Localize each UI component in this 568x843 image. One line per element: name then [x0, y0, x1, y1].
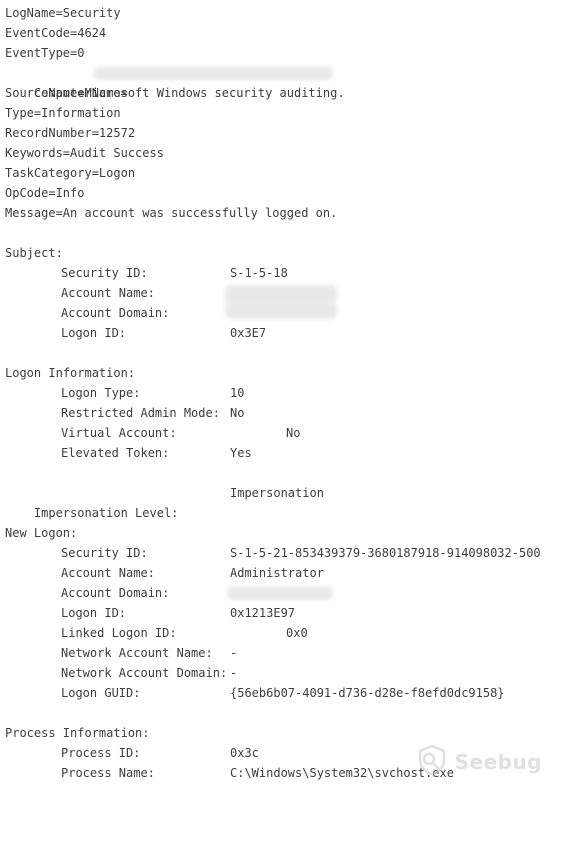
- field-label: Network Account Domain:: [61, 666, 228, 680]
- recordnumber-line: RecordNumber=12572: [5, 126, 136, 140]
- field-value: {56eb6b07-4091-d736-d28e-f8efd0dc9158}: [230, 686, 505, 700]
- field-label: Account Domain:: [61, 586, 170, 600]
- network-account-name-row: Network Account Name: -: [5, 643, 565, 663]
- event-log-text: LogName=Security EventCode=4624 EventTyp…: [5, 3, 565, 783]
- field-label: Account Domain:: [61, 306, 170, 320]
- new-security-id-row: Security ID: S-1-5-21-853439379-36801879…: [5, 543, 565, 563]
- network-account-domain-row: Network Account Domain: -: [5, 663, 565, 683]
- impersonation-row: Impersonation Level: Impersonation: [5, 483, 565, 520]
- seebug-watermark: Seebug: [413, 743, 542, 780]
- field-label: Logon GUID:: [61, 686, 141, 700]
- opcode-line: OpCode=Info: [5, 186, 85, 200]
- virtual-account-row: Virtual Account: No: [5, 423, 565, 443]
- new-account-domain-redaction: [227, 587, 333, 600]
- field-value: -: [230, 646, 238, 660]
- computername-line: ComputerName=: [5, 63, 565, 100]
- field-value: S-1-5-18: [230, 266, 288, 280]
- field-value: 10: [230, 386, 245, 400]
- field-label: Virtual Account:: [61, 426, 177, 440]
- field-label: Security ID:: [61, 266, 148, 280]
- logon-type-row: Logon Type: 10: [5, 383, 565, 403]
- field-value: 0x1213E97: [230, 606, 296, 620]
- message-line: Message=An account was successfully logg…: [5, 206, 338, 220]
- field-label: Restricted Admin Mode:: [61, 406, 220, 420]
- logname-line: LogName=Security: [5, 6, 121, 20]
- field-label: Linked Logon ID:: [61, 626, 177, 640]
- computername-redaction: [93, 67, 333, 80]
- account-domain-redaction: [225, 301, 337, 319]
- field-label: Logon ID:: [61, 606, 127, 620]
- taskcategory-line: TaskCategory=Logon: [5, 166, 136, 180]
- field-value: Impersonation: [230, 486, 324, 500]
- field-label: Account Name:: [61, 286, 155, 300]
- field-value: S-1-5-21-853439379-3680187918-914098032-…: [230, 546, 541, 560]
- field-value: Administrator: [230, 566, 324, 580]
- field-value: -: [230, 666, 238, 680]
- field-label: Network Account Name:: [61, 646, 213, 660]
- field-label: Logon ID:: [61, 326, 127, 340]
- type-line: Type=Information: [5, 106, 121, 120]
- logon-info-heading: Logon Information:: [5, 366, 136, 380]
- logon-guid-row: Logon GUID: {56eb6b07-4091-d736-d28e-f8e…: [5, 683, 565, 703]
- eventcode-line: EventCode=4624: [5, 26, 107, 40]
- field-value: 0x0: [286, 626, 308, 640]
- field-label: Security ID:: [61, 546, 148, 560]
- elevated-token-row: Elevated Token: Yes: [5, 443, 565, 463]
- field-label: Process ID:: [61, 746, 141, 760]
- field-value: 0x3E7: [230, 326, 267, 340]
- field-label: Elevated Token:: [61, 446, 170, 460]
- seebug-logo-icon: [413, 743, 451, 780]
- field-label: Impersonation Level:: [33, 506, 179, 520]
- new-account-name-row: Account Name: Administrator: [5, 563, 565, 583]
- linked-logon-id-row: Linked Logon ID: 0x0: [5, 623, 565, 643]
- subject-account-domain-row: Account Domain:: [5, 301, 565, 323]
- field-label: Logon Type:: [61, 386, 141, 400]
- watermark-text: Seebug: [454, 749, 542, 774]
- field-value: No: [230, 406, 245, 420]
- field-value: 0x3c: [230, 746, 259, 760]
- restricted-admin-row: Restricted Admin Mode: No: [5, 403, 565, 423]
- subject-heading: Subject:: [5, 246, 63, 260]
- subject-security-id-row: Security ID: S-1-5-18: [5, 263, 565, 283]
- process-info-heading: Process Information:: [5, 726, 150, 740]
- field-value: Yes: [230, 446, 252, 460]
- field-label: Account Name:: [61, 566, 155, 580]
- eventtype-line: EventType=0: [5, 46, 85, 60]
- new-account-domain-row: Account Domain:: [5, 583, 565, 603]
- sourcename-line: SourceName=Microsoft Windows security au…: [5, 86, 345, 100]
- field-label: Process Name:: [61, 766, 155, 780]
- subject-account-name-row: Account Name:: [5, 283, 565, 303]
- field-value: No: [286, 426, 301, 440]
- new-logon-heading: New Logon:: [5, 526, 78, 540]
- new-logon-id-row: Logon ID: 0x1213E97: [5, 603, 565, 623]
- keywords-line: Keywords=Audit Success: [5, 146, 164, 160]
- subject-logon-id-row: Logon ID: 0x3E7: [5, 323, 565, 343]
